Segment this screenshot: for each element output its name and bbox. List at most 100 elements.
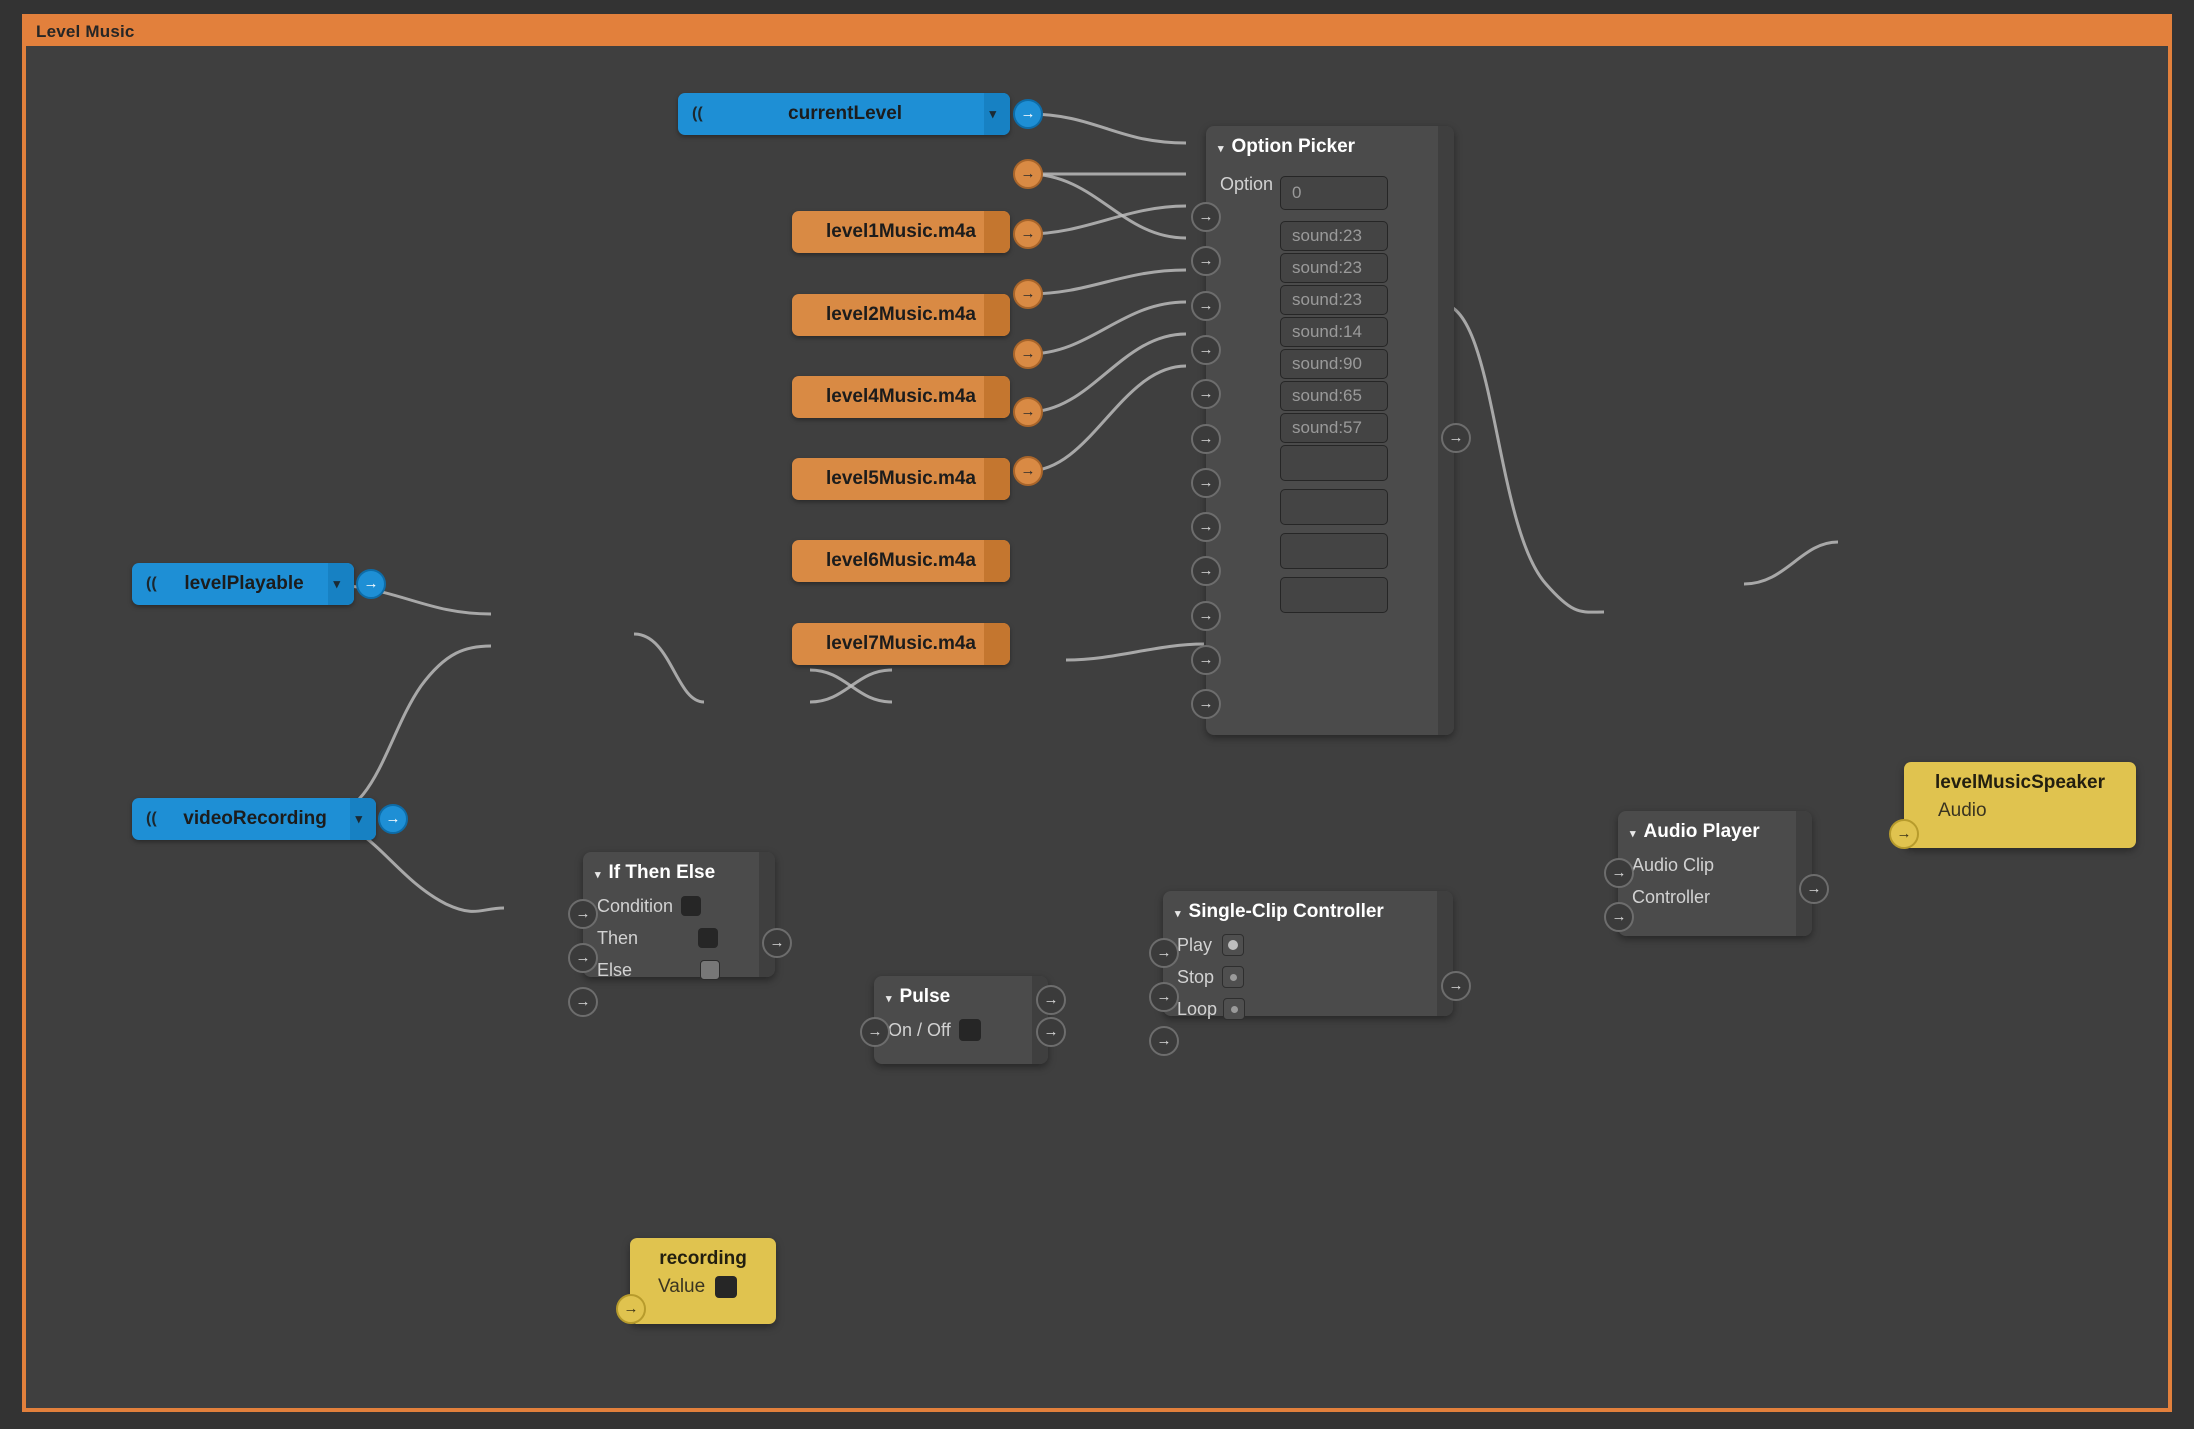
- media-node-level7music[interactable]: level7Music.m4a: [792, 623, 1010, 665]
- input-port-condition[interactable]: →: [568, 899, 598, 929]
- arrow-icon: →: [1199, 519, 1214, 534]
- input-port-slot-0[interactable]: →: [1191, 246, 1221, 276]
- scc-row-stop: Stop: [1163, 961, 1453, 993]
- media-node-level2music[interactable]: level2Music.m4a: [792, 294, 1010, 336]
- chevron-down-icon[interactable]: ▾: [355, 811, 362, 827]
- option-slot-0[interactable]: sound:23: [1280, 221, 1388, 251]
- media-label: level1Music.m4a: [806, 221, 996, 243]
- output-port-single-clip[interactable]: →: [1441, 971, 1471, 1001]
- option-picker-node[interactable]: ▾ Option Picker Option 0 sound:23 sound:…: [1206, 126, 1454, 735]
- input-port-slot-1[interactable]: →: [1191, 291, 1221, 321]
- input-port-option[interactable]: →: [1191, 202, 1221, 232]
- else-checkbox[interactable]: [700, 960, 720, 980]
- input-port-else[interactable]: →: [568, 987, 598, 1017]
- triangle-down-icon[interactable]: ▾: [1630, 827, 1636, 840]
- media-label: level6Music.m4a: [806, 550, 996, 572]
- triangle-down-icon[interactable]: ▾: [1175, 907, 1181, 920]
- option-slot-6[interactable]: sound:57: [1280, 413, 1388, 443]
- input-port-slot-4[interactable]: →: [1191, 424, 1221, 454]
- then-checkbox[interactable]: [698, 928, 718, 948]
- output-node-recording[interactable]: recording Value: [630, 1238, 776, 1324]
- output-port-audio-player[interactable]: →: [1799, 874, 1829, 904]
- input-port-play[interactable]: →: [1149, 938, 1179, 968]
- input-port-audio-clip[interactable]: →: [1604, 858, 1634, 888]
- ap-row-controller: Controller: [1618, 881, 1812, 913]
- media-node-level1music[interactable]: level1Music.m4a: [792, 211, 1010, 253]
- broadcast-icon: ((: [146, 576, 157, 592]
- option-slot-3[interactable]: sound:14: [1280, 317, 1388, 347]
- output-port-level1music[interactable]: →: [1013, 159, 1043, 189]
- single-clip-controller-node[interactable]: ▾ Single-Clip Controller Play Stop Loop: [1163, 891, 1453, 1016]
- input-port-recording-value[interactable]: →: [616, 1294, 646, 1324]
- triangle-down-icon[interactable]: ▾: [886, 992, 892, 1005]
- play-toggle[interactable]: [1222, 934, 1244, 956]
- option-slot-8[interactable]: [1280, 489, 1388, 525]
- pulse-node[interactable]: ▾ Pulse On / Off: [874, 976, 1048, 1064]
- row-label: Else: [597, 960, 632, 981]
- arrow-icon: →: [1021, 346, 1036, 361]
- input-port-slot-6[interactable]: →: [1191, 512, 1221, 542]
- media-node-level4music[interactable]: level4Music.m4a: [792, 376, 1010, 418]
- output-port-level7music[interactable]: →: [1013, 456, 1043, 486]
- output-port-level6music[interactable]: →: [1013, 397, 1043, 427]
- output-port-videorecording[interactable]: →: [378, 804, 408, 834]
- input-port-slot-8[interactable]: →: [1191, 601, 1221, 631]
- output-port-option-picker[interactable]: →: [1441, 423, 1471, 453]
- arrow-icon: →: [1044, 1024, 1059, 1039]
- option-slot-4[interactable]: sound:90: [1280, 349, 1388, 379]
- input-port-stop[interactable]: →: [1149, 982, 1179, 1012]
- input-port-slot-3[interactable]: →: [1191, 379, 1221, 409]
- input-port-controller[interactable]: →: [1604, 902, 1634, 932]
- chevron-down-icon[interactable]: ▾: [333, 576, 340, 592]
- audio-player-node[interactable]: ▾ Audio Player Audio Clip Controller: [1618, 811, 1812, 936]
- node-graph-canvas[interactable]: (( currentLevel ▾ → (( levelPlayable ▾ →…: [26, 46, 2168, 1408]
- variable-node-currentlevel[interactable]: (( currentLevel ▾: [678, 93, 1010, 135]
- input-port-levelmusicspeaker-audio[interactable]: →: [1889, 819, 1919, 849]
- option-slot-9[interactable]: [1280, 533, 1388, 569]
- output-port-levelplayable[interactable]: →: [356, 569, 386, 599]
- scc-row-loop: Loop: [1163, 993, 1453, 1025]
- option-slot-7[interactable]: [1280, 445, 1388, 481]
- loop-toggle[interactable]: [1223, 998, 1245, 1020]
- output-port-if-then-else[interactable]: →: [762, 928, 792, 958]
- option-value-box[interactable]: 0: [1280, 176, 1388, 210]
- triangle-down-icon[interactable]: ▾: [595, 868, 601, 881]
- option-slot-10[interactable]: [1280, 577, 1388, 613]
- input-port-then[interactable]: →: [568, 943, 598, 973]
- output-node-levelmusicspeaker[interactable]: levelMusicSpeaker Audio: [1904, 762, 2136, 848]
- input-port-slot-5[interactable]: →: [1191, 468, 1221, 498]
- option-slot-1[interactable]: sound:23: [1280, 253, 1388, 283]
- variable-node-levelplayable[interactable]: (( levelPlayable ▾: [132, 563, 354, 605]
- output-port-currentlevel[interactable]: →: [1013, 99, 1043, 129]
- arrow-icon: →: [1021, 226, 1036, 241]
- input-port-loop[interactable]: →: [1149, 1026, 1179, 1056]
- output-port-level2music[interactable]: →: [1013, 219, 1043, 249]
- output-port-level5music[interactable]: →: [1013, 339, 1043, 369]
- row-label: Stop: [1177, 967, 1214, 988]
- option-slot-5[interactable]: sound:65: [1280, 381, 1388, 411]
- condition-checkbox[interactable]: [681, 896, 701, 916]
- output-port-level4music[interactable]: →: [1013, 279, 1043, 309]
- recording-value-checkbox[interactable]: [715, 1276, 737, 1298]
- onoff-checkbox[interactable]: [959, 1019, 981, 1041]
- chevron-down-icon[interactable]: ▾: [989, 106, 996, 122]
- triangle-down-icon[interactable]: ▾: [1218, 142, 1224, 155]
- input-port-slot-10[interactable]: →: [1191, 689, 1221, 719]
- arrow-icon: →: [1199, 652, 1214, 667]
- stop-toggle[interactable]: [1222, 966, 1244, 988]
- connection-wires: [26, 46, 2168, 1408]
- media-node-level6music[interactable]: level6Music.m4a: [792, 540, 1010, 582]
- output-port-pulse-off[interactable]: →: [1036, 1017, 1066, 1047]
- if-then-else-node[interactable]: ▾ If Then Else Condition Then Else: [583, 852, 775, 977]
- dot-indicator: [1231, 1006, 1238, 1013]
- input-port-slot-7[interactable]: →: [1191, 556, 1221, 586]
- option-slot-2[interactable]: sound:23: [1280, 285, 1388, 315]
- variable-node-videorecording[interactable]: (( videoRecording ▾: [132, 798, 376, 840]
- input-port-slot-9[interactable]: →: [1191, 645, 1221, 675]
- row-label: Condition: [597, 896, 673, 917]
- output-node-title: recording: [630, 1238, 776, 1272]
- input-port-pulse-onoff[interactable]: →: [860, 1017, 890, 1047]
- output-port-pulse-on[interactable]: →: [1036, 985, 1066, 1015]
- media-node-level5music[interactable]: level5Music.m4a: [792, 458, 1010, 500]
- input-port-slot-2[interactable]: →: [1191, 335, 1221, 365]
